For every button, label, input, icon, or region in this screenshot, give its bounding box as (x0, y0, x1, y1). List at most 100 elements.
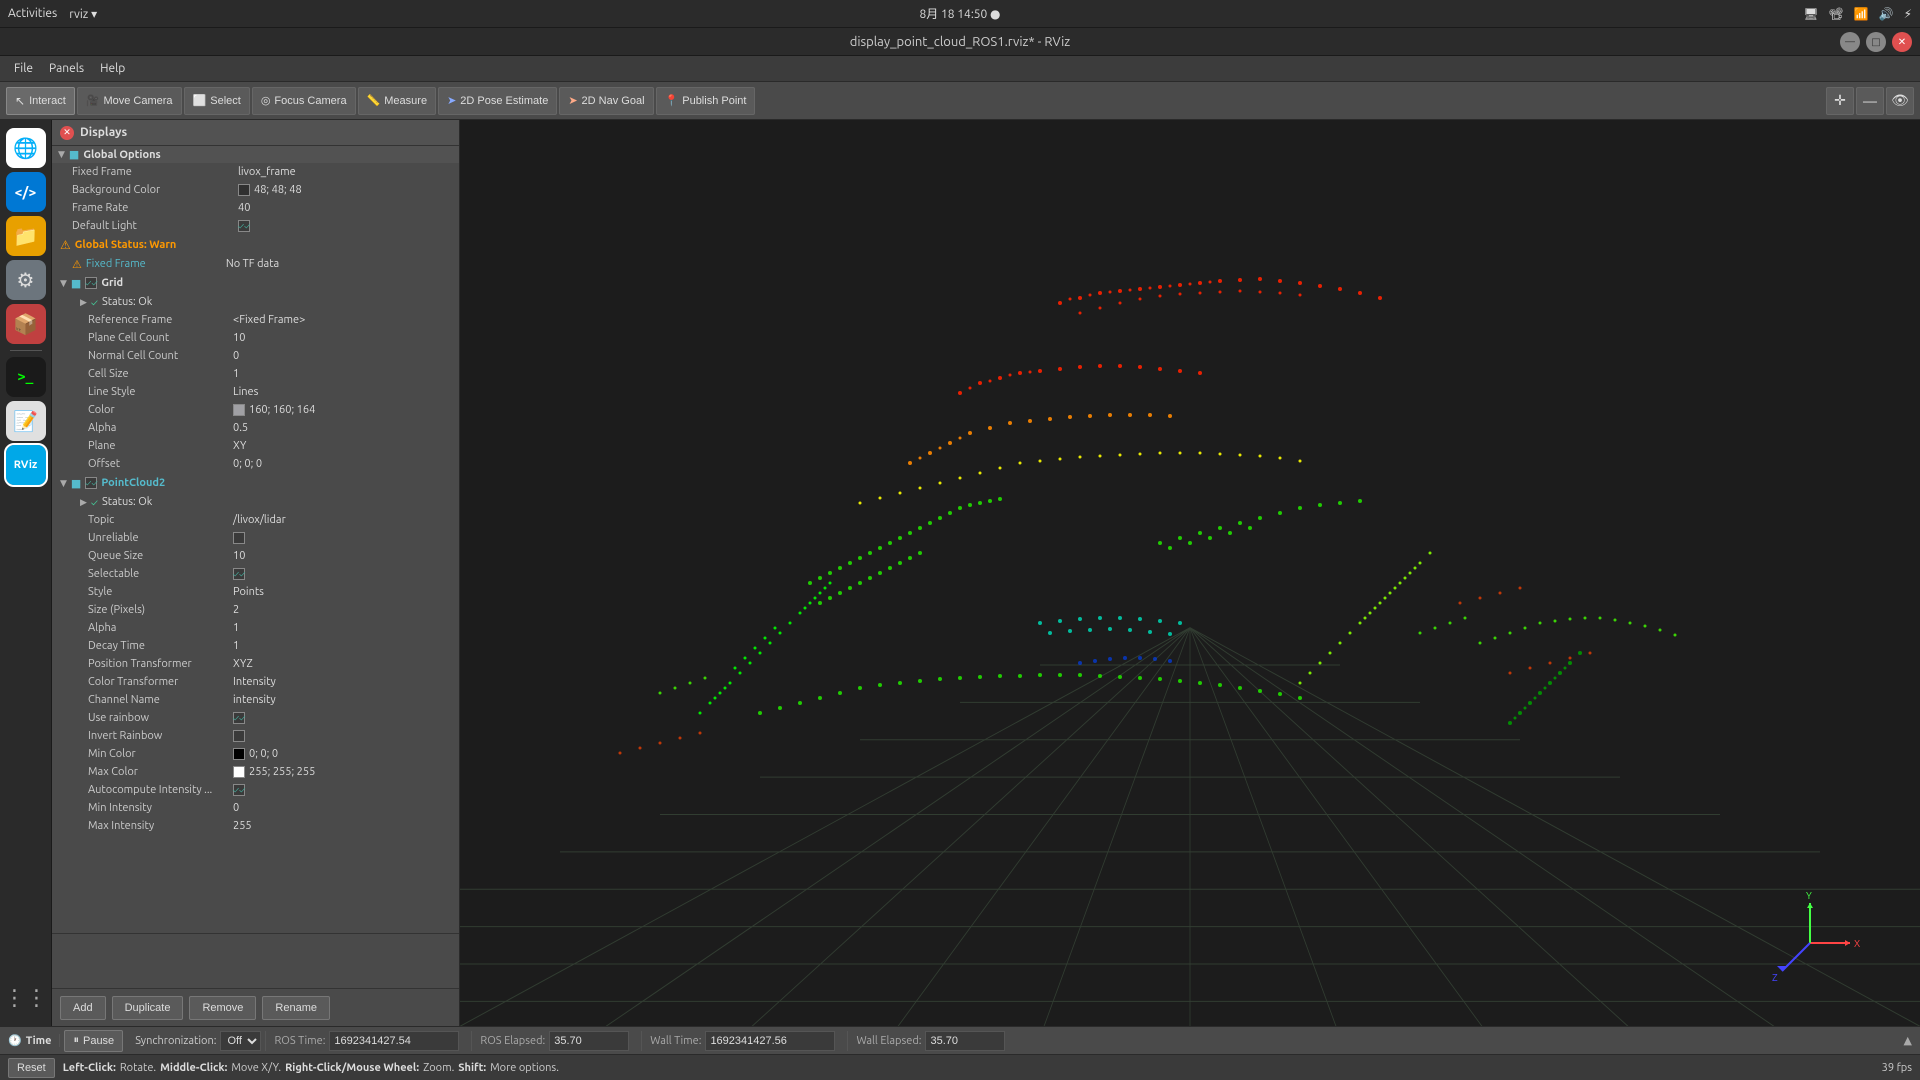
cell-size-value[interactable]: 1 (233, 368, 239, 380)
add-button[interactable]: Add (60, 996, 106, 1020)
panel-close-button[interactable]: ✕ (60, 126, 74, 140)
max-color-swatch[interactable] (233, 766, 245, 778)
menu-help[interactable]: Help (92, 60, 133, 77)
topic-value[interactable]: /livox/lidar (233, 514, 286, 526)
dock-apps[interactable]: ⋮⋮ (6, 978, 46, 1018)
global-options-header[interactable]: ▼ ■ Global Options (52, 146, 459, 163)
pointcloud2-header-row[interactable]: ▼ ■ ✓ PointCloud2 (52, 473, 459, 493)
volume-icon: 🔊 (1879, 7, 1894, 21)
decay-time-value[interactable]: 1 (233, 640, 239, 652)
line-style-value[interactable]: Lines (233, 386, 258, 398)
screen-icon: 🖥 (1803, 7, 1818, 21)
minimize-button[interactable]: — (1840, 32, 1860, 52)
pointcloud2-label: PointCloud2 (101, 477, 165, 489)
frame-rate-value[interactable]: 40 (238, 202, 250, 214)
status-bar: Reset Left-Click: Rotate. Middle-Click: … (0, 1054, 1920, 1080)
dock-terminal[interactable]: >_ (6, 357, 46, 397)
3d-viewport[interactable]: X Y Z (460, 120, 1920, 1026)
maximize-button[interactable]: □ (1866, 32, 1886, 52)
position-transformer-value[interactable]: XYZ (233, 658, 253, 670)
sync-dropdown[interactable]: Off (220, 1031, 261, 1051)
pc-ok-icon: ✓ (91, 497, 98, 508)
unreliable-checkbox[interactable] (233, 532, 245, 544)
menu-file[interactable]: File (6, 60, 41, 77)
fixed-frame-warn-icon: ⚠ (72, 258, 82, 271)
invert-rainbow-checkbox[interactable] (233, 730, 245, 742)
wall-time-label: Wall Time: (650, 1035, 701, 1047)
rename-button[interactable]: Rename (262, 996, 330, 1020)
ros-time-input[interactable] (329, 1031, 459, 1051)
grid-header-row[interactable]: ▼ ■ ✓ Grid (52, 273, 459, 293)
global-status-row[interactable]: ⚠ Global Status: Warn (52, 235, 459, 255)
select-button[interactable]: ⬜ Select (184, 87, 250, 115)
min-color-swatch[interactable] (233, 748, 245, 760)
interact-button[interactable]: ↖ Interact (6, 87, 75, 115)
nav-goal-button[interactable]: ➤ 2D Nav Goal (559, 87, 653, 115)
dock-files[interactable]: 📁 (6, 216, 46, 256)
queue-size-value[interactable]: 10 (233, 550, 245, 562)
duplicate-button[interactable]: Duplicate (112, 996, 184, 1020)
channel-name-value[interactable]: intensity (233, 694, 276, 706)
default-light-row: Default Light ✓ (52, 217, 459, 235)
fixed-frame-value[interactable]: livox_frame (238, 166, 296, 178)
dock-gedit[interactable]: 📝 (6, 401, 46, 441)
subtract-button[interactable]: — (1856, 87, 1884, 115)
plane-cell-value[interactable]: 10 (233, 332, 245, 344)
dock-rviz[interactable]: RViz (6, 445, 46, 485)
max-intensity-value[interactable]: 255 (233, 820, 252, 832)
ros-elapsed-input[interactable] (549, 1031, 629, 1051)
remove-button[interactable]: Remove (189, 996, 256, 1020)
color-swatch[interactable] (233, 404, 245, 416)
pc-status-row[interactable]: ▶ ✓ Status: Ok (52, 493, 459, 511)
selectable-checkbox[interactable]: ✓ (233, 568, 245, 580)
size-pixels-value[interactable]: 2 (233, 604, 239, 616)
ref-frame-value[interactable]: <Fixed Frame> (233, 314, 305, 326)
focus-camera-button[interactable]: ◎ Focus Camera (252, 87, 356, 115)
wall-time-input[interactable] (705, 1031, 835, 1051)
dock-synaptic[interactable]: 📦 (6, 304, 46, 344)
min-color-row: Min Color 0; 0; 0 (52, 745, 459, 763)
alpha-value[interactable]: 0.5 (233, 422, 248, 434)
grid-ok-icon: ✓ (91, 297, 98, 308)
displays-panel-header: ✕ Displays (52, 120, 459, 146)
dock-chrome[interactable]: 🌐 (6, 128, 46, 168)
use-rainbow-checkbox[interactable]: ✓ (233, 712, 245, 724)
wall-elapsed-input[interactable] (925, 1031, 1005, 1051)
pointcloud2-section: ▼ ■ ✓ PointCloud2 ▶ ✓ Status: Ok Topic /… (52, 473, 459, 835)
reset-button[interactable]: Reset (8, 1058, 55, 1078)
dock-separator (10, 350, 42, 351)
left-click-label: Left-Click: (63, 1062, 116, 1074)
normal-cell-value[interactable]: 0 (233, 350, 239, 362)
displays-scroll-area[interactable]: ▼ ■ Global Options Fixed Frame livox_fra… (52, 146, 459, 933)
bg-color-swatch[interactable] (238, 184, 250, 196)
add-axes-button[interactable]: ✛ (1826, 87, 1854, 115)
grid-status-row[interactable]: ▶ ✓ Status: Ok (52, 293, 459, 311)
dock-vscode[interactable]: </> (6, 172, 46, 212)
publish-point-button[interactable]: 📍 Publish Point (656, 87, 756, 115)
default-light-checkbox[interactable]: ✓ (238, 220, 250, 232)
grid-checkbox[interactable]: ✓ (85, 277, 97, 289)
pause-button[interactable]: ⏸ Pause (64, 1030, 123, 1052)
pose-estimate-button[interactable]: ➤ 2D Pose Estimate (438, 87, 557, 115)
activities-label[interactable]: Activities (8, 7, 57, 20)
line-style-row: Line Style Lines (52, 383, 459, 401)
style-value[interactable]: Points (233, 586, 264, 598)
pointcloud2-checkbox[interactable]: ✓ (85, 477, 97, 489)
view-button[interactable]: 👁 (1886, 87, 1914, 115)
plane-value[interactable]: XY (233, 440, 246, 452)
alpha2-value[interactable]: 1 (233, 622, 239, 634)
color-transformer-value[interactable]: Intensity (233, 676, 276, 688)
time-panel-expander[interactable]: ▲ (1904, 1034, 1912, 1047)
offset-value[interactable]: 0; 0; 0 (233, 458, 262, 470)
move-camera-icon: 🎥 (86, 94, 100, 107)
measure-button[interactable]: 📏 Measure (358, 87, 437, 115)
dock-settings[interactable]: ⚙ (6, 260, 46, 300)
wall-elapsed-field: Wall Elapsed: (847, 1031, 1013, 1051)
close-button[interactable]: ✕ (1892, 32, 1912, 52)
min-intensity-value[interactable]: 0 (233, 802, 239, 814)
global-options-cube-icon: ■ (69, 148, 79, 161)
app-name[interactable]: rviz ▾ (69, 7, 97, 21)
move-camera-button[interactable]: 🎥 Move Camera (77, 87, 182, 115)
autocompute-checkbox[interactable]: ✓ (233, 784, 245, 796)
menu-panels[interactable]: Panels (41, 60, 92, 77)
